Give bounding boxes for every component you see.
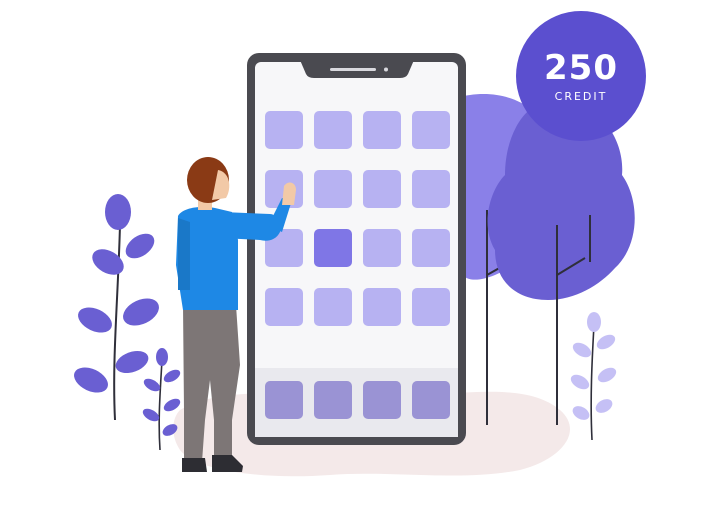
app-tile[interactable] [314,288,352,326]
credit-amount: 250 [544,47,618,88]
illustration: 250 CREDIT [0,0,710,529]
plant-right [570,312,617,441]
app-tile[interactable] [265,111,303,149]
dock-app-tile[interactable] [363,381,401,419]
dock-app-tile[interactable] [265,381,303,419]
plant-left [74,194,181,451]
app-tile[interactable] [265,288,303,326]
app-tile[interactable] [412,229,450,267]
smartphone [247,53,466,445]
app-tile[interactable] [314,111,352,149]
credit-badge: 250 CREDIT [516,11,646,141]
app-tile[interactable] [314,170,352,208]
dock-app-tile[interactable] [314,381,352,419]
app-tile-selected[interactable] [314,229,352,267]
app-tile[interactable] [363,170,401,208]
app-tile[interactable] [412,170,450,208]
app-tile[interactable] [363,288,401,326]
dock-app-tile[interactable] [412,381,450,419]
app-tile[interactable] [363,111,401,149]
app-tile[interactable] [412,288,450,326]
credit-label: CREDIT [554,89,608,103]
app-tile[interactable] [363,229,401,267]
app-tile[interactable] [412,111,450,149]
